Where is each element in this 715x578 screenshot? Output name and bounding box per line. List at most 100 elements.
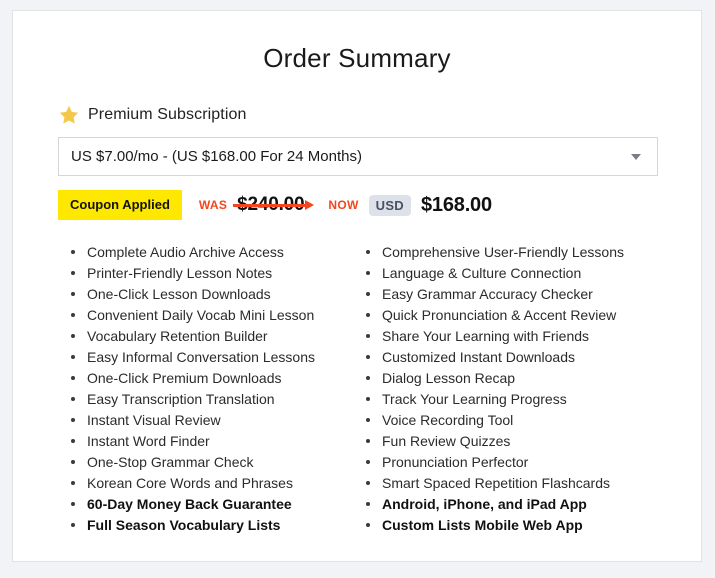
list-item-label: Smart Spaced Repetition Flashcards [382,475,610,491]
bullet-icon [366,313,370,317]
plan-select-value: US $7.00/mo - (US $168.00 For 24 Months) [71,148,362,165]
list-item-label: Fun Review Quizzes [382,433,511,449]
list-item-label: Custom Lists Mobile Web App [382,517,583,533]
list-item-label: One-Click Premium Downloads [87,370,282,386]
bullet-icon [71,397,75,401]
list-item-label: Voice Recording Tool [382,412,514,428]
list-item-label: One-Click Lesson Downloads [87,286,271,302]
strikethrough-arrow-head [305,200,315,210]
list-item-label: Track Your Learning Progress [382,391,567,407]
list-item-label: Pronunciation Perfector [382,454,529,470]
list-item: Smart Spaced Repetition Flashcards [366,473,661,494]
list-item-label: Comprehensive User-Friendly Lessons [382,244,624,260]
plan-heading: Premium Subscription [13,104,701,126]
list-item: Complete Audio Archive Access [71,242,366,263]
list-item: Convenient Daily Vocab Mini Lesson [71,305,366,326]
list-item: Pronunciation Perfector [366,452,661,473]
bullet-icon [71,460,75,464]
list-item-label: Android, iPhone, and iPad App [382,496,587,512]
page-title: Order Summary [263,43,451,73]
order-summary-card: Order Summary Premium Subscription US $7… [12,10,702,562]
list-item: Language & Culture Connection [366,263,661,284]
list-item: One-Click Lesson Downloads [71,284,366,305]
feature-lists: Complete Audio Archive Access Printer-Fri… [13,242,701,536]
old-price-group: $240.00 [233,194,315,216]
list-item-label: Convenient Daily Vocab Mini Lesson [87,307,315,323]
bullet-icon [71,523,75,527]
list-item: Android, iPhone, and iPad App [366,494,661,515]
bullet-icon [71,250,75,254]
bullet-icon [366,502,370,506]
bullet-icon [366,523,370,527]
bullet-icon [71,334,75,338]
currency-badge: USD [368,194,411,216]
list-item: Instant Word Finder [71,431,366,452]
bullet-icon [366,271,370,275]
list-item-label: Dialog Lesson Recap [382,370,516,386]
plan-select[interactable]: US $7.00/mo - (US $168.00 For 24 Months) [58,137,658,176]
list-item: Easy Grammar Accuracy Checker [366,284,661,305]
bullet-icon [366,397,370,401]
list-item-label: Easy Grammar Accuracy Checker [382,286,593,302]
list-item: Share Your Learning with Friends [366,326,661,347]
list-item-label: 60-Day Money Back Guarantee [87,496,292,512]
new-price: $168.00 [421,193,492,216]
list-item: One-Click Premium Downloads [71,368,366,389]
list-item-label: Instant Visual Review [87,412,221,428]
bullet-icon [366,418,370,422]
list-item-label: Full Season Vocabulary Lists [87,517,281,533]
star-icon [58,104,80,126]
bullet-icon [71,418,75,422]
bullet-icon [71,355,75,359]
bullet-icon [366,292,370,296]
bullet-icon [71,271,75,275]
list-item: Comprehensive User-Friendly Lessons [366,242,661,263]
list-item-label: Easy Informal Conversation Lessons [87,349,315,365]
list-item: Quick Pronunciation & Accent Review [366,305,661,326]
list-item: Track Your Learning Progress [366,389,661,410]
list-item: Full Season Vocabulary Lists [71,515,366,536]
bullet-icon [71,481,75,485]
bullet-icon [71,502,75,506]
bullet-icon [366,250,370,254]
list-item: Custom Lists Mobile Web App [366,515,661,536]
list-item: Dialog Lesson Recap [366,368,661,389]
list-item-label: Customized Instant Downloads [382,349,575,365]
bullet-icon [366,460,370,464]
list-item-label: Easy Transcription Translation [87,391,275,407]
list-item-label: One-Stop Grammar Check [87,454,254,470]
bullet-icon [366,376,370,380]
feature-column-right: Comprehensive User-Friendly Lessons Langu… [366,242,661,536]
list-item-label: Instant Word Finder [87,433,210,449]
now-label: NOW [328,198,359,212]
list-item-label: Complete Audio Archive Access [87,244,284,260]
bullet-icon [366,439,370,443]
list-item: Instant Visual Review [71,410,366,431]
list-item-label: Korean Core Words and Phrases [87,475,293,491]
bullet-icon [366,481,370,485]
was-label: WAS [198,198,228,212]
list-item: Customized Instant Downloads [366,347,661,368]
plan-label: Premium Subscription [88,106,247,123]
list-item: Korean Core Words and Phrases [71,473,366,494]
strikethrough-arrow-line [233,204,306,207]
bullet-icon [71,313,75,317]
bullet-icon [71,439,75,443]
list-item-label: Vocabulary Retention Builder [87,328,268,344]
list-item: Easy Transcription Translation [71,389,366,410]
list-item-label: Language & Culture Connection [382,265,582,281]
bullet-icon [71,376,75,380]
list-item: Voice Recording Tool [366,410,661,431]
list-item: Fun Review Quizzes [366,431,661,452]
feature-column-left: Complete Audio Archive Access Printer-Fri… [71,242,366,536]
chevron-down-icon[interactable] [631,153,641,160]
bullet-icon [366,334,370,338]
list-item: Printer-Friendly Lesson Notes [71,263,366,284]
coupon-applied-badge: Coupon Applied [58,190,182,220]
bullet-icon [71,292,75,296]
list-item-label: Quick Pronunciation & Accent Review [382,307,617,323]
list-item-label: Share Your Learning with Friends [382,328,590,344]
list-item: 60-Day Money Back Guarantee [71,494,366,515]
bullet-icon [366,355,370,359]
list-item: Vocabulary Retention Builder [71,326,366,347]
